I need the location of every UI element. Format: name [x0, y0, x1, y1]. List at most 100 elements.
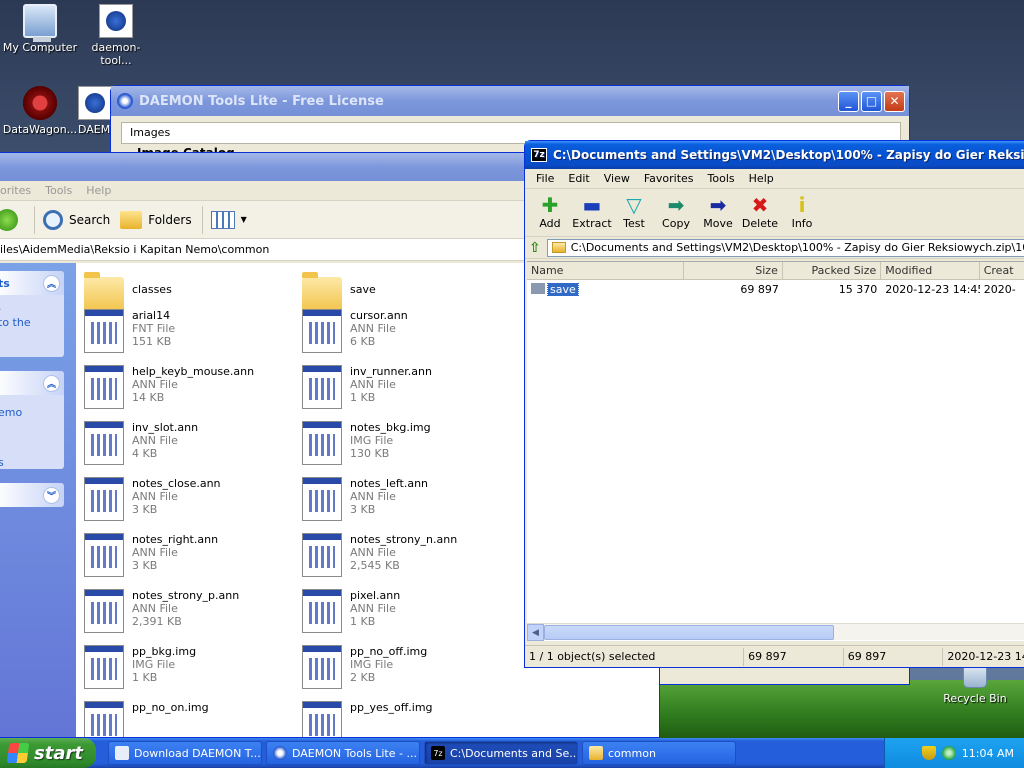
document-icon [84, 365, 124, 409]
clock[interactable]: 11:04 AM [962, 747, 1014, 760]
extract-button[interactable]: ▬ Extract [571, 193, 613, 230]
file-item[interactable]: pp_yes_off.img [302, 701, 512, 737]
minimize-button[interactable]: _ [838, 90, 859, 112]
desktop-icon-daemon-tools[interactable]: daemon-tool... [76, 4, 156, 67]
menu-favorites[interactable]: Favorites [637, 172, 701, 185]
col-created[interactable]: Creat [980, 262, 1024, 279]
chevron-up-icon[interactable]: ︽ [43, 274, 60, 292]
move-button[interactable]: ➡ Move [697, 193, 739, 230]
chevron-down-icon[interactable]: ︾ [43, 486, 60, 504]
menu-tools[interactable]: Tools [38, 184, 79, 197]
task-label: C:\Documents and Se... [450, 746, 578, 760]
up-folder-icon[interactable]: ⇧ [529, 240, 541, 256]
folder-icon [589, 746, 603, 760]
task-link[interactable]: . [0, 299, 62, 315]
file-size: 2 KB [350, 671, 376, 684]
maximize-button[interactable]: □ [861, 90, 882, 112]
add-button[interactable]: ✚ Add [529, 193, 571, 230]
document-icon [302, 421, 342, 465]
file-item[interactable]: notes_strony_n.ann ANN File 2,545 KB [302, 533, 512, 583]
document-icon [302, 365, 342, 409]
tab-label: Images [130, 126, 171, 139]
desktop-icon-my-computer[interactable]: My Computer [0, 4, 80, 54]
shield-icon[interactable] [921, 746, 936, 760]
task-7zip[interactable]: 7z C:\Documents and Se... [424, 741, 578, 765]
file-size: 3 KB [132, 503, 158, 516]
close-button[interactable]: ✕ [884, 90, 905, 112]
daemon-icon [273, 746, 287, 760]
menu-tools[interactable]: Tools [701, 172, 742, 185]
task-daemon-tools[interactable]: DAEMON Tools Lite - ... [266, 741, 420, 765]
desktop-icon-daemon-lite[interactable]: DAEMO... [78, 86, 112, 136]
file-item[interactable]: pp_bkg.img IMG File 1 KB [84, 645, 294, 695]
file-item[interactable]: arial14 FNT File 151 KB [84, 309, 294, 359]
file-item[interactable]: inv_runner.ann ANN File 1 KB [302, 365, 512, 415]
row-modified: 2020-12-23 14:45 [885, 282, 980, 296]
file-item[interactable]: pp_no_on.img [84, 701, 294, 737]
info-button[interactable]: i Info [781, 193, 823, 230]
status-packed: 69 897 [844, 647, 944, 666]
file-name: notes_right.ann [132, 533, 219, 546]
file-size: 2,545 KB [350, 559, 400, 572]
up-button[interactable] [0, 208, 24, 231]
file-type: ANN File [132, 546, 178, 559]
start-button[interactable]: start [0, 738, 96, 768]
delete-button[interactable]: ✖ Delete [739, 193, 781, 230]
file-item[interactable]: notes_right.ann ANN File 3 KB [84, 533, 294, 583]
file-type: ANN File [132, 602, 178, 615]
file-item[interactable]: help_keyb_mouse.ann ANN File 14 KB [84, 365, 294, 415]
file-item[interactable]: cursor.ann ANN File 6 KB [302, 309, 512, 359]
desktop-icon-recycle-bin[interactable]: Recycle Bin [940, 662, 1010, 705]
file-item[interactable]: pixel.ann ANN File 1 KB [302, 589, 512, 639]
col-modified[interactable]: Modified [881, 262, 980, 279]
file-item[interactable]: notes_left.ann ANN File 3 KB [302, 477, 512, 527]
system-tray: 11:04 AM [884, 738, 1024, 768]
col-packed-size[interactable]: Packed Size [783, 262, 882, 279]
file-item[interactable]: inv_slot.ann ANN File 4 KB [84, 421, 294, 471]
menu-file[interactable]: File [529, 172, 561, 185]
desktop-icon-datawagon[interactable]: DataWagon... [0, 86, 80, 136]
file-type: ANN File [350, 322, 396, 335]
file-item[interactable]: notes_bkg.img IMG File 130 KB [302, 421, 512, 471]
document-icon [302, 589, 342, 633]
task-link[interactable]: emo [0, 405, 62, 421]
daemon-titlebar[interactable]: DAEMON Tools Lite - Free License _ □ ✕ [111, 86, 909, 116]
status-selection: 1 / 1 object(s) selected [525, 647, 745, 666]
search-button[interactable]: Search [43, 209, 111, 230]
search-label: Search [69, 212, 111, 227]
path-input[interactable]: C:\Documents and Settings\VM2\Desktop\10… [546, 238, 1024, 257]
menu-help[interactable]: Help [79, 184, 118, 197]
document-icon [84, 309, 124, 353]
task-common-folder[interactable]: common [582, 741, 736, 765]
document-icon [84, 645, 124, 689]
horizontal-scrollbar[interactable]: ◀ [527, 623, 1024, 641]
status-size: 69 897 [744, 647, 844, 666]
menu-edit[interactable]: Edit [561, 172, 596, 185]
7zip-titlebar[interactable]: 7z C:\Documents and Settings\VM2\Desktop… [525, 141, 1024, 169]
scroll-left-icon[interactable]: ◀ [527, 624, 544, 641]
test-button[interactable]: ▽ Test [613, 193, 655, 230]
chevron-up-icon[interactable]: ︽ [43, 374, 60, 392]
folders-button[interactable]: Folders [120, 210, 192, 229]
menu-help[interactable]: Help [742, 172, 781, 185]
menu-view[interactable]: View [597, 172, 637, 185]
file-size: 3 KB [350, 503, 376, 516]
document-icon [84, 421, 124, 465]
daemon-app-icon [117, 93, 133, 109]
task-link[interactable]: s [0, 455, 62, 469]
menu-favorites[interactable]: orites [0, 184, 38, 197]
copy-button[interactable]: ➡ Copy [655, 193, 697, 230]
col-size[interactable]: Size [684, 262, 783, 279]
table-row[interactable]: save 69 897 15 370 2020-12-23 14:45 2020… [527, 280, 1024, 298]
col-name[interactable]: Name [527, 262, 685, 279]
file-item[interactable]: pp_no_off.img IMG File 2 KB [302, 645, 512, 695]
network-icon[interactable] [941, 746, 956, 760]
file-item[interactable]: notes_strony_p.ann ANN File 2,391 KB [84, 589, 294, 639]
task-link[interactable]: to the [0, 315, 62, 331]
test-icon: ▽ [626, 193, 642, 217]
task-download-daemon[interactable]: Download DAEMON T... [108, 741, 262, 765]
views-button[interactable]: ▼ [210, 210, 247, 229]
file-item[interactable]: notes_close.ann ANN File 3 KB [84, 477, 294, 527]
file-size: 1 KB [350, 391, 376, 404]
scroll-thumb[interactable] [544, 625, 834, 640]
